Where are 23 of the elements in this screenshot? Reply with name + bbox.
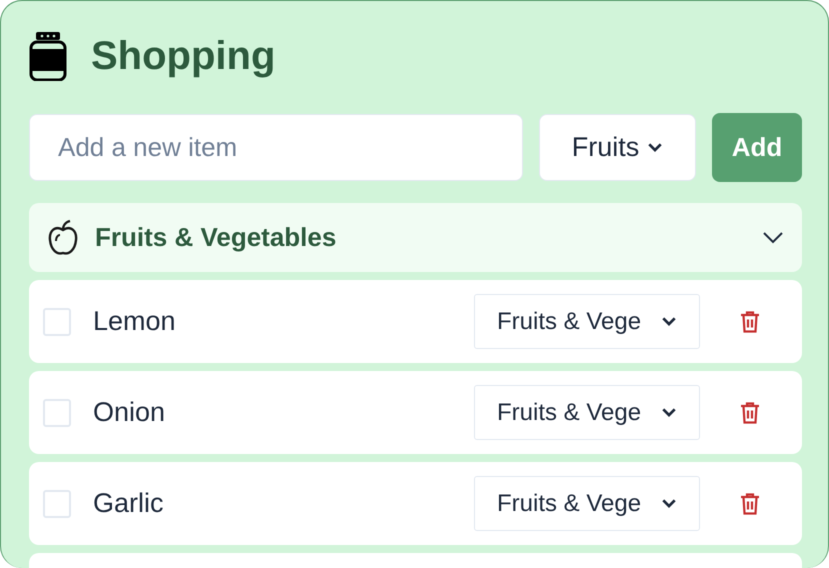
checkbox[interactable]: [43, 398, 71, 426]
item-name: Onion: [93, 396, 166, 430]
trash-icon[interactable]: [740, 492, 760, 514]
caret-icon: [647, 142, 664, 153]
category-header[interactable]: Fruits & Vegetables: [29, 203, 802, 272]
item-name: Lemon: [93, 305, 177, 338]
category-name: Fruits & Vegetables: [95, 221, 338, 254]
app-title: Shopping: [91, 36, 276, 76]
caret-icon: [661, 498, 677, 509]
caret-icon: [661, 316, 677, 327]
checkbox[interactable]: [43, 308, 71, 336]
category-dropdown[interactable]: Fruits & Vege: [474, 385, 700, 440]
caret-icon: [661, 407, 677, 418]
item-name: Garlic: [93, 487, 165, 520]
category-dropdown[interactable]: Fruits & Vege: [474, 294, 700, 349]
apple-icon: [47, 218, 79, 256]
category-dropdown[interactable]: Fruits & Vege: [474, 476, 700, 531]
trash-icon[interactable]: [740, 310, 760, 332]
jar-icon: [29, 31, 67, 81]
checkbox[interactable]: [43, 490, 71, 518]
trash-icon[interactable]: [740, 402, 760, 424]
category-dropdown[interactable]: Fruits: [539, 114, 696, 181]
new-item-field[interactable]: Add a new item: [29, 114, 523, 181]
